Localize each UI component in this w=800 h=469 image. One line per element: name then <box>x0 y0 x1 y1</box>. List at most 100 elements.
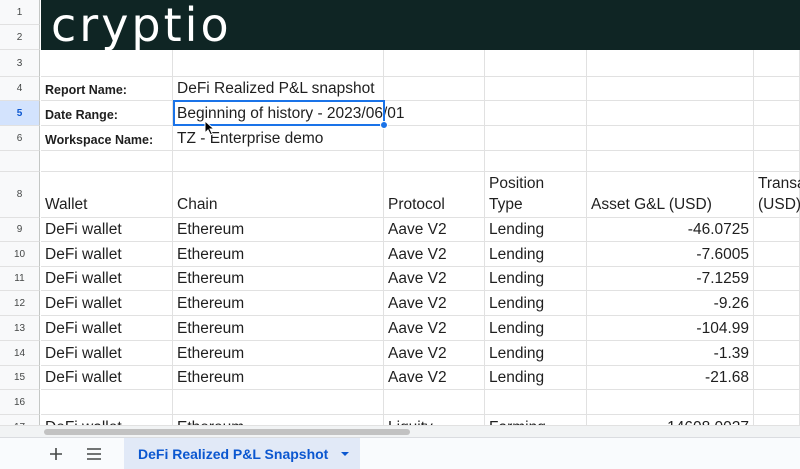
cell-blank[interactable] <box>485 50 587 77</box>
row-header-10[interactable]: 10 <box>0 242 40 267</box>
table-cell[interactable]: Lending <box>485 341 587 366</box>
cell-blank[interactable] <box>384 50 485 77</box>
cell-blank[interactable] <box>587 50 754 77</box>
table-cell[interactable] <box>754 291 800 316</box>
table-cell[interactable]: -1.39 <box>587 341 754 366</box>
caret-down-icon[interactable] <box>340 451 350 457</box>
row-header-14[interactable]: 14 <box>0 341 40 366</box>
table-cell[interactable]: DeFi wallet <box>41 341 173 366</box>
table-cell[interactable]: -46.0725 <box>587 218 754 242</box>
cell-blank[interactable] <box>384 101 485 126</box>
row-header-15[interactable]: 15 <box>0 366 40 390</box>
table-cell[interactable]: Ethereum <box>173 218 384 242</box>
all-sheets-button[interactable] <box>78 438 110 469</box>
report-name-label[interactable]: Report Name: <box>41 77 173 101</box>
cell-blank[interactable] <box>587 126 754 151</box>
table-cell[interactable]: Ethereum <box>173 291 384 316</box>
table-cell[interactable]: Ethereum <box>173 242 384 267</box>
cell-blank[interactable] <box>754 77 800 101</box>
cell-blank[interactable] <box>41 151 173 172</box>
table-cell[interactable]: Aave V2 <box>384 291 485 316</box>
table-cell[interactable]: -7.1259 <box>587 267 754 291</box>
cell-blank[interactable] <box>384 390 485 415</box>
header-transaction[interactable]: Transa (USD) <box>754 172 800 218</box>
cell-blank[interactable] <box>384 77 485 101</box>
cell-blank[interactable] <box>587 101 754 126</box>
table-cell[interactable]: Ethereum <box>173 267 384 291</box>
cell-blank[interactable] <box>384 126 485 151</box>
cell-blank[interactable] <box>485 101 587 126</box>
date-range-label[interactable]: Date Range: <box>41 101 173 126</box>
row-header-6[interactable]: 6 <box>0 126 40 151</box>
table-cell[interactable]: Ethereum <box>173 316 384 341</box>
table-cell[interactable]: Lending <box>485 291 587 316</box>
cell-blank[interactable] <box>754 101 800 126</box>
table-cell[interactable]: Lending <box>485 242 587 267</box>
table-cell[interactable] <box>754 341 800 366</box>
cell-blank[interactable] <box>173 50 384 77</box>
cell-blank[interactable] <box>485 151 587 172</box>
report-name-value[interactable]: DeFi Realized P&L snapshot <box>173 77 384 101</box>
table-cell[interactable] <box>754 218 800 242</box>
row-header-12[interactable]: 12 <box>0 291 40 316</box>
cell-blank[interactable] <box>41 50 173 77</box>
fill-handle[interactable] <box>380 121 388 129</box>
cell-blank[interactable] <box>587 77 754 101</box>
row-header-8[interactable]: 8 <box>0 172 40 218</box>
cell-blank[interactable] <box>587 151 754 172</box>
table-cell[interactable]: -104.99 <box>587 316 754 341</box>
cell-blank[interactable] <box>754 390 800 415</box>
header-wallet[interactable]: Wallet <box>41 172 173 218</box>
table-cell-partial[interactable]: 14608.0027 <box>587 415 754 425</box>
row-header-9[interactable]: 9 <box>0 218 40 242</box>
row-header-13[interactable]: 13 <box>0 316 40 341</box>
table-cell[interactable] <box>754 242 800 267</box>
table-cell[interactable]: DeFi wallet <box>41 366 173 390</box>
row-header-16[interactable]: 16 <box>0 390 40 415</box>
table-cell[interactable]: DeFi wallet <box>41 218 173 242</box>
cell-blank[interactable] <box>384 151 485 172</box>
table-cell[interactable]: Lending <box>485 316 587 341</box>
row-header-4[interactable]: 4 <box>0 77 40 101</box>
add-sheet-button[interactable] <box>40 438 72 469</box>
table-cell[interactable]: Aave V2 <box>384 242 485 267</box>
table-cell[interactable]: Aave V2 <box>384 267 485 291</box>
cell-blank[interactable] <box>485 77 587 101</box>
cell-blank[interactable] <box>485 390 587 415</box>
row-header-1[interactable]: 1 <box>0 0 40 25</box>
row-header-17[interactable]: 17 <box>0 415 40 425</box>
row-header-5[interactable]: 5 <box>0 101 40 126</box>
header-chain[interactable]: Chain <box>173 172 384 218</box>
table-cell-partial[interactable]: Farming <box>485 415 587 425</box>
table-cell[interactable] <box>754 415 800 425</box>
table-cell[interactable]: Aave V2 <box>384 341 485 366</box>
cell-blank[interactable] <box>485 126 587 151</box>
table-cell[interactable] <box>754 366 800 390</box>
scrollbar-thumb[interactable] <box>44 429 410 435</box>
cell-blank[interactable] <box>587 390 754 415</box>
table-cell[interactable]: Aave V2 <box>384 316 485 341</box>
cell-blank[interactable] <box>173 390 384 415</box>
cell-blank[interactable] <box>754 151 800 172</box>
table-cell-partial[interactable]: DeFi wallet <box>41 415 173 425</box>
sheet-tab-defi-realized-pl[interactable]: DeFi Realized P&L Snapshot <box>124 438 360 469</box>
table-cell[interactable]: Lending <box>485 218 587 242</box>
table-cell[interactable]: Aave V2 <box>384 218 485 242</box>
table-cell[interactable]: Lending <box>485 267 587 291</box>
table-cell-partial[interactable]: Liquity <box>384 415 485 425</box>
table-cell[interactable] <box>754 267 800 291</box>
table-cell[interactable]: DeFi wallet <box>41 267 173 291</box>
row-header-3[interactable]: 3 <box>0 50 40 77</box>
cell-blank[interactable] <box>754 50 800 77</box>
table-cell[interactable]: Aave V2 <box>384 366 485 390</box>
cell-blank[interactable] <box>41 390 173 415</box>
table-cell[interactable]: -9.26 <box>587 291 754 316</box>
table-cell[interactable]: Ethereum <box>173 341 384 366</box>
header-position-type[interactable]: Position Type <box>485 172 587 218</box>
table-cell[interactable] <box>754 316 800 341</box>
row-header-11[interactable]: 11 <box>0 267 40 291</box>
header-protocol[interactable]: Protocol <box>384 172 485 218</box>
table-cell[interactable]: DeFi wallet <box>41 316 173 341</box>
table-cell[interactable]: DeFi wallet <box>41 291 173 316</box>
cell-blank[interactable] <box>754 126 800 151</box>
